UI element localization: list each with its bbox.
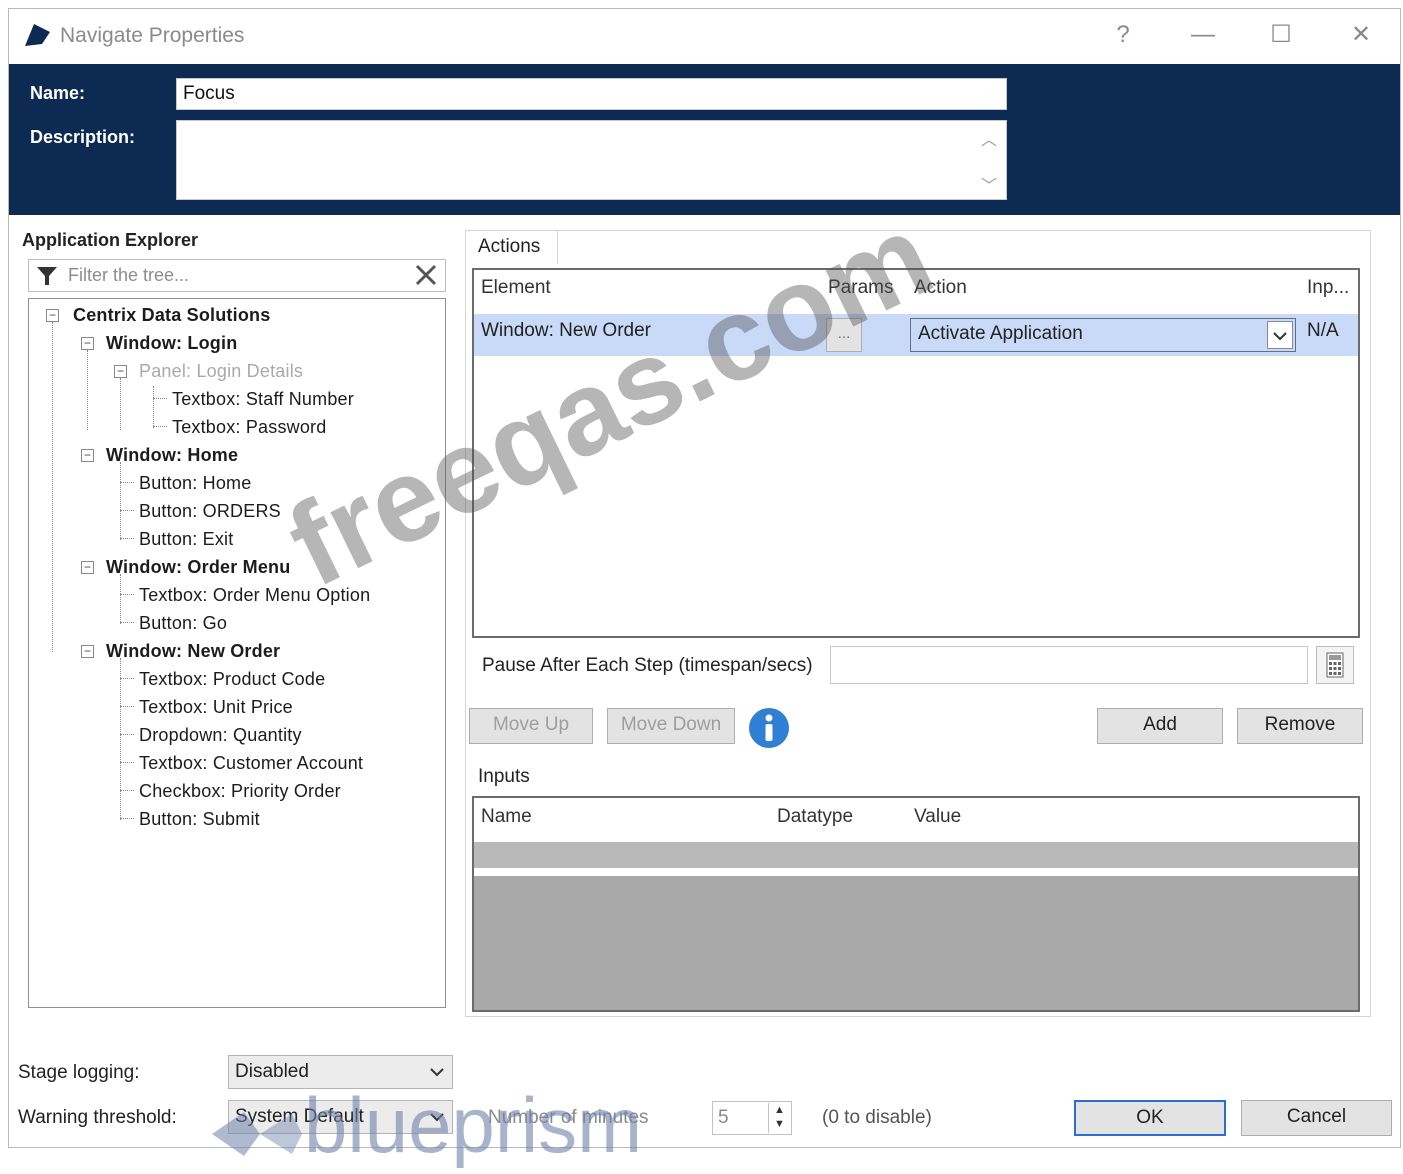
column-inputs[interactable]: Inp...: [1307, 277, 1349, 299]
tree-node-element[interactable]: Button: Home: [139, 473, 251, 494]
cancel-button[interactable]: Cancel: [1241, 1100, 1392, 1136]
column-params[interactable]: Params: [828, 277, 893, 299]
disable-hint: (0 to disable): [822, 1107, 932, 1128]
warning-threshold-value: System Default: [235, 1106, 364, 1127]
collapse-toggle-icon[interactable]: −: [114, 365, 127, 378]
ok-button[interactable]: OK: [1074, 1100, 1226, 1136]
stage-logging-label: Stage logging:: [18, 1062, 140, 1083]
tree-node-element[interactable]: Button: Submit: [139, 809, 260, 830]
row-element: Window: New Order: [481, 320, 651, 341]
app-logo-icon: [25, 24, 50, 46]
minutes-value: 5: [718, 1107, 729, 1128]
pause-label: Pause After Each Step (timespan/secs): [482, 655, 813, 676]
column-datatype[interactable]: Datatype: [777, 806, 853, 828]
tree-node-element[interactable]: Textbox: Staff Number: [172, 389, 354, 410]
calculator-icon[interactable]: [1316, 646, 1354, 684]
column-name[interactable]: Name: [481, 806, 532, 828]
description-label: Description:: [30, 127, 136, 147]
warning-threshold-label: Warning threshold:: [18, 1107, 177, 1128]
minutes-label: Number of minutes: [488, 1107, 649, 1128]
row-inputs: N/A: [1307, 320, 1339, 341]
tree-node-window[interactable]: Window: New Order: [106, 641, 280, 662]
tree-connector: [120, 378, 121, 430]
filter-icon: [37, 267, 57, 285]
scroll-up-icon[interactable]: ︿: [981, 126, 997, 150]
tree-connector: [52, 322, 53, 652]
info-icon[interactable]: [747, 706, 791, 750]
pause-input[interactable]: [830, 646, 1308, 684]
tree-node-element[interactable]: Button: ORDERS: [139, 501, 281, 522]
tree-node-element[interactable]: Button: Go: [139, 613, 227, 634]
tree-connector: [120, 462, 121, 540]
scroll-down-icon[interactable]: ﹀: [981, 172, 997, 196]
chevron-down-icon[interactable]: [428, 1109, 446, 1125]
minimize-button[interactable]: —: [1183, 15, 1223, 55]
column-element[interactable]: Element: [481, 277, 551, 299]
add-button[interactable]: Add: [1097, 708, 1223, 744]
stage-logging-value: Disabled: [235, 1061, 309, 1082]
tree-node-panel[interactable]: Panel: Login Details: [139, 361, 303, 382]
description-input[interactable]: [176, 120, 1007, 200]
chevron-down-icon[interactable]: [1267, 321, 1293, 349]
stepper-arrows-icon[interactable]: ▲ ▼: [768, 1103, 790, 1133]
collapse-toggle-icon[interactable]: −: [81, 561, 94, 574]
name-input[interactable]: Focus: [176, 78, 1007, 110]
tree-node-element[interactable]: Textbox: Password: [172, 417, 326, 438]
tree-node-element[interactable]: Button: Exit: [139, 529, 233, 550]
actions-tab-label: Actions: [478, 236, 541, 257]
move-up-button[interactable]: Move Up: [469, 708, 593, 744]
tree-node-window[interactable]: Window: Order Menu: [106, 557, 290, 578]
name-label: Name:: [30, 83, 86, 103]
clear-filter-icon[interactable]: [414, 263, 438, 287]
collapse-toggle-icon[interactable]: −: [81, 645, 94, 658]
tree-connector: [153, 386, 154, 428]
inputs-tab-label: Inputs: [478, 766, 530, 787]
tree-node-element[interactable]: Checkbox: Priority Order: [139, 781, 341, 802]
params-button[interactable]: ...: [826, 318, 862, 352]
tree-node-element[interactable]: Textbox: Order Menu Option: [139, 585, 370, 606]
tree-node-element[interactable]: Textbox: Product Code: [139, 669, 325, 690]
tree-node-element[interactable]: Textbox: Unit Price: [139, 697, 293, 718]
tree-filter-input[interactable]: Filter the tree...: [68, 265, 189, 286]
collapse-toggle-icon[interactable]: −: [81, 337, 94, 350]
tree-connector: [87, 350, 88, 430]
maximize-button[interactable]: ☐: [1261, 15, 1301, 55]
close-button[interactable]: ✕: [1341, 15, 1381, 55]
collapse-toggle-icon[interactable]: −: [46, 309, 59, 322]
column-value[interactable]: Value: [914, 806, 961, 828]
tree-connector: [120, 574, 121, 624]
tree-node-element[interactable]: Dropdown: Quantity: [139, 725, 302, 746]
remove-button[interactable]: Remove: [1237, 708, 1363, 744]
warning-threshold-dropdown[interactable]: System Default: [228, 1100, 453, 1134]
column-action[interactable]: Action: [914, 277, 967, 299]
inputs-row-empty: [474, 842, 1358, 868]
inputs-empty-area: [474, 876, 1358, 1010]
chevron-down-icon[interactable]: [428, 1064, 446, 1080]
tree-node-element[interactable]: Textbox: Customer Account: [139, 753, 363, 774]
action-dropdown-value: Activate Application: [918, 323, 1083, 344]
tree-root[interactable]: Centrix Data Solutions: [73, 305, 270, 326]
collapse-toggle-icon[interactable]: −: [81, 449, 94, 462]
help-button[interactable]: ?: [1103, 15, 1143, 55]
stage-logging-dropdown[interactable]: Disabled: [228, 1055, 453, 1089]
tree-connector: [120, 658, 121, 820]
move-down-button[interactable]: Move Down: [607, 708, 735, 744]
application-explorer-title: Application Explorer: [22, 230, 199, 250]
window-title: Navigate Properties: [60, 24, 245, 47]
tree-node-window[interactable]: Window: Home: [106, 445, 238, 466]
tree-node-window[interactable]: Window: Login: [106, 333, 237, 354]
